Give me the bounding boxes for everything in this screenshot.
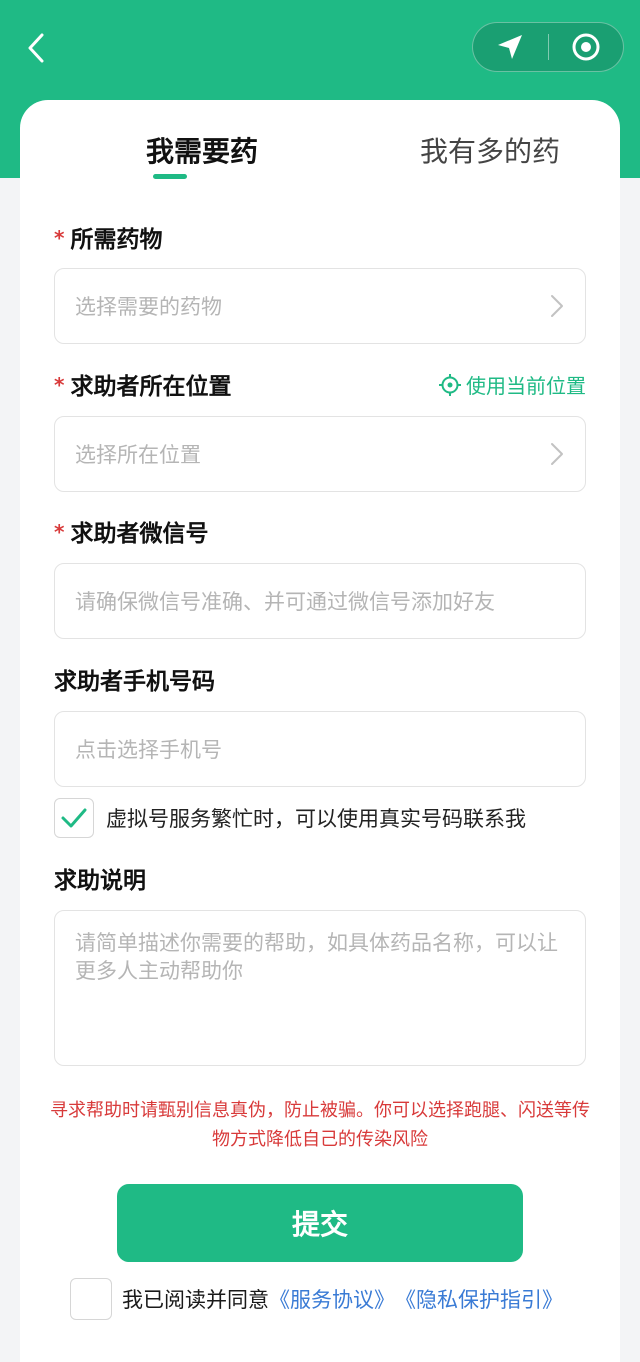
privacy-policy-link[interactable]: 《隐私保护指引》	[395, 1284, 563, 1314]
phone-input[interactable]: 点击选择手机号	[54, 711, 586, 787]
wechat-label-text: 求助者微信号	[70, 521, 209, 547]
location-share-button[interactable]	[473, 23, 548, 71]
navigation-arrow-icon	[498, 35, 523, 59]
description-textarea[interactable]: 请简单描述你需要的帮助，如具体药品名称，可以让更多人主动帮助你	[54, 910, 586, 1066]
description-label: 求助说明	[54, 868, 146, 894]
chevron-left-icon	[28, 33, 44, 63]
agreement-prefix: 我已阅读并同意	[122, 1288, 269, 1312]
medicine-placeholder: 选择需要的药物	[75, 295, 222, 319]
tab-need-medicine[interactable]: 我需要药	[112, 130, 292, 170]
service-agreement-link[interactable]: 《服务协议》	[269, 1284, 395, 1314]
submit-button[interactable]: 提交	[117, 1184, 523, 1262]
checkmark-icon	[61, 808, 87, 828]
active-tab-indicator	[153, 174, 187, 179]
location-label-text: 求助者所在位置	[70, 374, 232, 400]
use-current-location-link[interactable]: 使用当前位置	[438, 370, 586, 399]
use-current-location-text: 使用当前位置	[466, 374, 586, 398]
target-circle-icon	[572, 33, 600, 61]
close-mini-program-button[interactable]	[549, 23, 624, 71]
medicine-label: * 所需药物	[54, 220, 162, 254]
location-placeholder: 选择所在位置	[75, 443, 201, 467]
required-mark: *	[54, 226, 65, 250]
phone-placeholder: 点击选择手机号	[75, 738, 222, 762]
fraud-warning-text: 寻求帮助时请甄别信息真伪，防止被骗。你可以选择跑腿、闪送等传物方式降低自己的传染…	[50, 1100, 590, 1150]
wechat-input[interactable]: 请确保微信号准确、并可通过微信号添加好友	[54, 563, 586, 639]
wechat-placeholder: 请确保微信号准确、并可通过微信号添加好友	[75, 590, 495, 614]
mini-program-capsule	[472, 22, 624, 72]
crosshair-icon	[439, 373, 461, 396]
required-mark: *	[54, 373, 65, 397]
location-select[interactable]: 选择所在位置	[54, 416, 586, 492]
chevron-right-icon	[551, 443, 563, 465]
back-button[interactable]	[18, 28, 54, 68]
phone-label: 求助者手机号码	[54, 669, 215, 695]
form-card: 我需要药 我有多的药 * 所需药物 选择需要的药物 * 求助者所在位置 使用当前位置…	[20, 100, 620, 1362]
real-number-checkbox-label: 虚拟号服务繁忙时，可以使用真实号码联系我	[106, 807, 526, 831]
agreement-text: 我已阅读并同意 《服务协议》 《隐私保护指引》	[122, 1282, 563, 1316]
real-number-checkbox[interactable]	[54, 798, 94, 838]
agreement-checkbox[interactable]	[70, 1278, 112, 1320]
location-label: * 求助者所在位置	[54, 367, 231, 401]
wechat-label: * 求助者微信号	[54, 514, 208, 548]
medicine-label-text: 所需药物	[70, 227, 163, 253]
chevron-right-icon	[551, 295, 563, 317]
medicine-select[interactable]: 选择需要的药物	[54, 268, 586, 344]
required-mark: *	[54, 520, 65, 544]
tab-have-extra-medicine[interactable]: 我有多的药	[380, 130, 600, 170]
